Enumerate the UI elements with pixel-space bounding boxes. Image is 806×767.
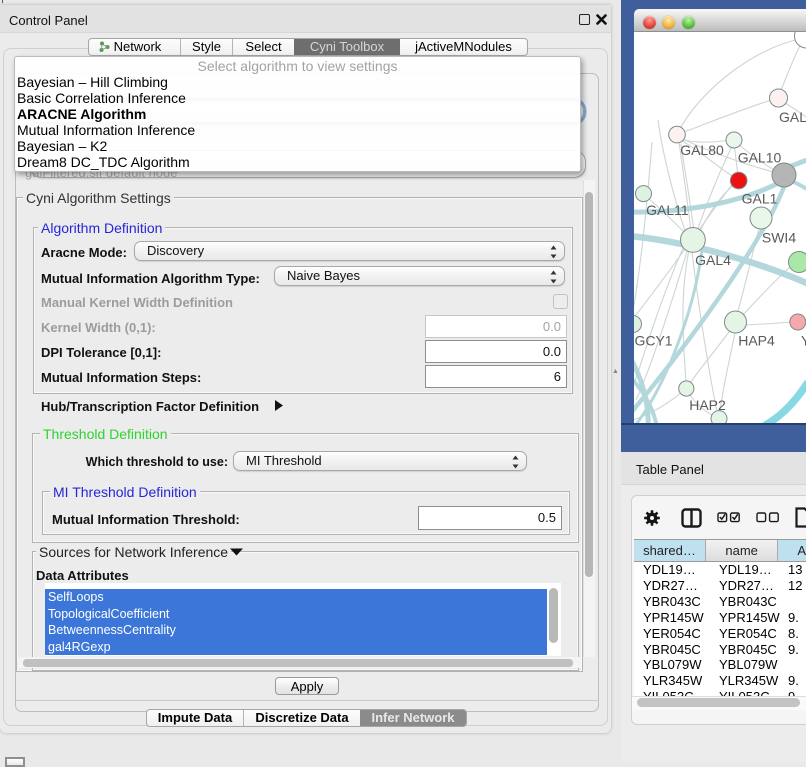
svg-text:GAL11: GAL11	[646, 202, 689, 218]
svg-text:GAL: GAL	[779, 109, 806, 125]
svg-text:HAP4: HAP4	[738, 332, 775, 348]
svg-text:SWI4: SWI4	[762, 230, 796, 246]
svg-text:HAP2: HAP2	[689, 397, 726, 413]
svg-text:GCY1: GCY1	[634, 332, 672, 348]
svg-text:GAL10: GAL10	[738, 150, 782, 166]
svg-text:GAL80: GAL80	[680, 142, 724, 158]
svg-text:GAL1: GAL1	[742, 191, 778, 207]
svg-text:GAL4: GAL4	[695, 252, 731, 268]
svg-text:Y: Y	[801, 333, 806, 349]
